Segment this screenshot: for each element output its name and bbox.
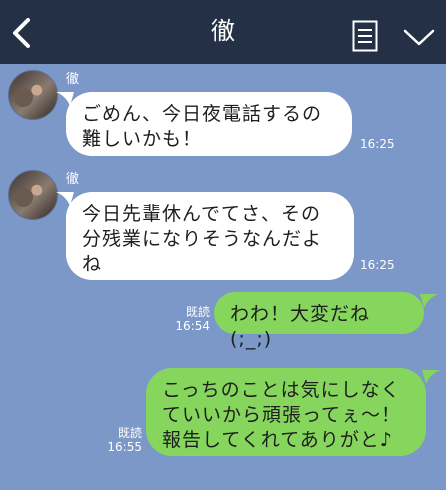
bubble-tail [420, 294, 438, 308]
message-line: 報告してくれてありがと♪ [162, 429, 393, 451]
chevron-down-icon [403, 29, 435, 46]
message-meta: 既読 16:55 [92, 426, 142, 454]
message-line: ごめん、今日夜電話するの [82, 103, 323, 125]
menu-button[interactable] [352, 20, 378, 52]
sender-name: 徹 [66, 172, 80, 187]
message-line: ね [82, 253, 103, 275]
read-receipt: 既読 [117, 426, 142, 440]
message-line: ていいから頑張ってぇ〜！ [162, 404, 402, 426]
message-time: 16:55 [107, 440, 142, 454]
chat-header: 徹 [0, 0, 446, 64]
read-receipt: 既読 [185, 305, 210, 319]
menu-list-icon [352, 20, 378, 52]
message-time: 16:25 [360, 137, 395, 151]
message-meta: 既読 16:54 [160, 305, 210, 333]
message-time: 16:25 [360, 258, 395, 272]
message-bubble-incoming[interactable]: 今日先輩休んでてさ、その 分残業になりそうなんだよ ね [66, 192, 354, 280]
message-line: わわ！大変だね(;_;) [230, 303, 371, 350]
message-line: 難しいかも！ [82, 128, 203, 150]
message-bubble-incoming[interactable]: ごめん、今日夜電話するの 難しいかも！ [66, 92, 352, 156]
sender-name: 徹 [66, 72, 80, 87]
message-bubble-outgoing[interactable]: わわ！大変だね(;_;) [214, 292, 424, 350]
message-time: 16:54 [175, 319, 210, 333]
avatar[interactable] [8, 70, 58, 120]
bubble-tail [422, 370, 440, 384]
message-line: こっちのことは気にしなく [162, 379, 401, 401]
message-line: 今日先輩休んでてさ、その [82, 203, 322, 225]
chat-title: 徹 [211, 17, 235, 45]
avatar[interactable] [8, 170, 58, 220]
message-line: 分残業になりそうなんだよ [82, 228, 323, 250]
collapse-button[interactable] [402, 28, 436, 48]
message-bubble-outgoing[interactable]: こっちのことは気にしなく ていいから頑張ってぇ〜！ 報告してくれてありがと♪ [146, 368, 426, 456]
